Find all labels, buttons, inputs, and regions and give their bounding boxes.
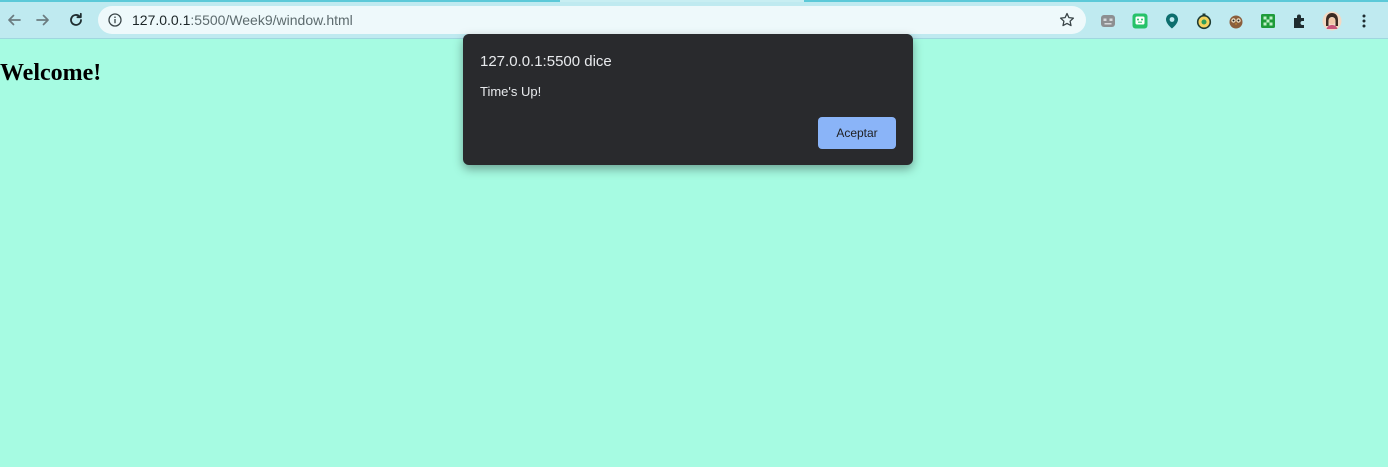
green-face-extension-icon[interactable] xyxy=(1130,11,1150,31)
forward-button[interactable] xyxy=(29,4,57,36)
green-grid-extension-icon[interactable] xyxy=(1258,11,1278,31)
page-heading: Welcome! xyxy=(0,60,102,86)
bookmark-star-icon[interactable] xyxy=(1058,11,1076,29)
profile-avatar[interactable] xyxy=(1322,11,1342,31)
url-path: :5500/Week9/window.html xyxy=(190,12,353,28)
forward-arrow-icon xyxy=(36,14,49,26)
kebab-menu-icon[interactable] xyxy=(1354,11,1374,31)
address-bar[interactable]: 127.0.0.1:5500/Week9/window.html xyxy=(98,6,1086,34)
alert-dialog: 127.0.0.1:5500 dice Time's Up! Aceptar xyxy=(463,34,913,165)
url-text[interactable]: 127.0.0.1:5500/Week9/window.html xyxy=(132,12,353,28)
robot-extension-icon[interactable] xyxy=(1098,11,1118,31)
back-arrow-icon xyxy=(8,14,21,26)
reload-icon xyxy=(70,12,82,26)
url-host: 127.0.0.1 xyxy=(132,12,191,28)
back-button[interactable] xyxy=(0,4,28,36)
owl-extension-icon[interactable] xyxy=(1226,11,1246,31)
timer-extension-icon[interactable] xyxy=(1194,11,1214,31)
dialog-title: 127.0.0.1:5500 dice xyxy=(480,53,612,70)
site-info-icon[interactable] xyxy=(107,12,123,28)
reload-button[interactable] xyxy=(62,4,90,36)
puzzle-extensions-icon[interactable] xyxy=(1290,11,1310,31)
map-pin-extension-icon[interactable] xyxy=(1162,11,1182,31)
accept-button[interactable]: Aceptar xyxy=(818,117,896,149)
dialog-message: Time's Up! xyxy=(480,84,542,99)
